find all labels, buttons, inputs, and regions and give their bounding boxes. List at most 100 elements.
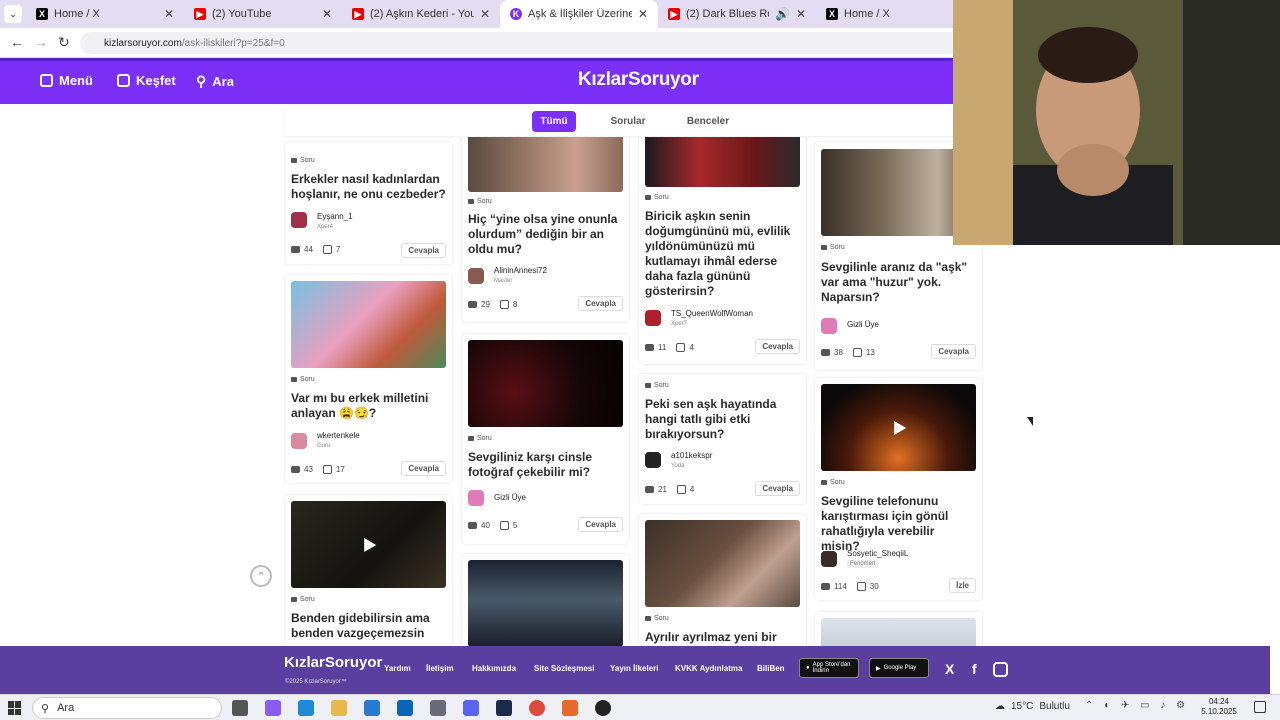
search-button[interactable]: ⚲ Ara xyxy=(196,73,234,90)
system-tray-icons[interactable]: ⌃ ◐ ✈ ▭ ♪ ⚙ xyxy=(1085,700,1189,711)
like-icon[interactable] xyxy=(676,343,686,352)
close-icon[interactable]: ✕ xyxy=(322,7,332,21)
question-video-thumbnail[interactable] xyxy=(821,384,976,471)
question-title[interactable]: Erkekler nasıl kadınlardan hoşlanır, ne … xyxy=(291,172,446,202)
like-icon[interactable] xyxy=(852,348,862,357)
discord-icon[interactable] xyxy=(463,700,479,716)
question-title[interactable]: Sevgilinle aranız da "aşk" var ama "huzu… xyxy=(821,260,976,305)
like-icon[interactable] xyxy=(322,465,332,474)
outlook-icon[interactable] xyxy=(397,700,413,716)
question-card[interactable]: Soru Benden gidebilirsin ama benden vazg… xyxy=(285,495,452,646)
task-view-icon[interactable] xyxy=(232,700,248,716)
avatar[interactable] xyxy=(821,551,837,567)
question-card[interactable] xyxy=(462,554,629,646)
instagram-icon[interactable] xyxy=(993,662,1008,677)
steam-icon[interactable] xyxy=(496,700,512,716)
scroll-to-top-button[interactable]: ⌃ xyxy=(250,565,272,587)
avatar[interactable] xyxy=(821,318,837,334)
footer-link-yayin-ilkeleri[interactable]: Yayın İlkeleri xyxy=(610,664,658,673)
close-icon[interactable]: ✕ xyxy=(480,7,490,21)
question-card[interactable]: Soru Sevgiliniz karşı cinsle fotoğraf çe… xyxy=(462,334,629,544)
tab-x-home[interactable]: X Home / X ✕ xyxy=(26,0,184,28)
avatar[interactable] xyxy=(468,268,484,284)
back-arrow-icon[interactable]: ← xyxy=(10,34,24,50)
close-icon[interactable]: ✕ xyxy=(164,7,174,21)
reload-icon[interactable]: ↻ xyxy=(58,34,70,51)
copilot-icon[interactable] xyxy=(265,700,281,716)
cevapla-button[interactable]: Cevapla xyxy=(401,243,446,258)
store-icon[interactable] xyxy=(364,700,380,716)
username[interactable]: Eyşann_1 xyxy=(317,212,353,221)
notification-icon[interactable] xyxy=(1254,701,1266,713)
google-play-badge[interactable]: ▶ Google Play xyxy=(869,658,929,678)
question-video-thumbnail[interactable] xyxy=(291,501,446,588)
cevapla-button[interactable]: Cevapla xyxy=(931,344,976,359)
tab-dark-blues[interactable]: ▶ (2) Dark Blues Rock for Men 🔊 ✕ xyxy=(658,0,816,28)
chrome-icon[interactable] xyxy=(529,700,545,716)
app-store-badge[interactable]: ● App Store'dan İndirin xyxy=(799,658,859,678)
question-thumbnail[interactable] xyxy=(468,137,623,192)
avatar[interactable] xyxy=(291,212,307,228)
footer-link-iletisim[interactable]: İletişim xyxy=(426,664,454,673)
facebook-icon[interactable]: f xyxy=(972,661,977,677)
question-thumbnail[interactable] xyxy=(821,618,976,646)
tab-x-home-2[interactable]: X Home / X xyxy=(816,0,952,28)
username[interactable]: a101kekspr xyxy=(671,451,712,460)
username[interactable]: TS_QueenWolfWoman xyxy=(671,309,753,318)
footer-link-biliben[interactable]: BiliBen xyxy=(757,664,785,673)
question-title[interactable]: Var mı bu erkek milletini anlayan 😩😏? xyxy=(291,391,446,421)
question-title[interactable]: Biricik aşkın senin doğumgününü mü, evli… xyxy=(645,209,795,299)
username[interactable]: Sosyetic_SheqiiL xyxy=(847,549,908,558)
question-title[interactable]: Hiç “yine olsa yine onunla olurdum” dedi… xyxy=(468,212,623,257)
question-card[interactable]: Soru Erkekler nasıl kadınlardan hoşlanır… xyxy=(285,142,452,264)
tab-youtube[interactable]: ▶ (2) YouTube ✕ xyxy=(184,0,342,28)
menu-button[interactable]: Menü xyxy=(40,73,93,88)
taskbar-clock[interactable]: 04:24 5.10.2025 xyxy=(1199,697,1239,717)
question-card[interactable]: Soru Ayrılır ayrılmaz yeni bir xyxy=(639,514,806,646)
app-icon[interactable] xyxy=(430,700,446,716)
play-icon[interactable] xyxy=(363,537,376,552)
question-thumbnail[interactable] xyxy=(645,137,800,187)
forward-arrow-icon[interactable]: → xyxy=(34,34,48,50)
question-title[interactable]: Peki sen aşk hayatında hangi tatlı gibi … xyxy=(645,397,795,442)
question-title[interactable]: Sevgiline telefonunu karıştırması için g… xyxy=(821,494,976,554)
username[interactable]: Gizli Üye xyxy=(494,493,526,502)
url-input[interactable]: kizlarsoruyor.com/ask-iliskileri?p=25&f=… xyxy=(80,32,980,54)
tab-search-menu-button[interactable]: ⌄ xyxy=(4,5,22,23)
like-icon[interactable] xyxy=(499,300,509,309)
username[interactable]: Gizli Üye xyxy=(847,320,879,329)
cevapla-button[interactable]: Cevapla xyxy=(578,296,623,311)
close-icon[interactable]: ✕ xyxy=(638,7,648,21)
username[interactable]: wkertenkele xyxy=(317,431,360,440)
question-thumbnail[interactable] xyxy=(645,520,800,607)
site-logo[interactable]: KızlarSoruyor xyxy=(578,69,699,91)
question-card[interactable] xyxy=(815,612,982,646)
avatar[interactable] xyxy=(645,452,661,468)
taskbar-search-input[interactable]: ⚲ Ara xyxy=(32,697,222,719)
close-icon[interactable]: ✕ xyxy=(796,7,806,21)
speaker-icon[interactable]: 🔊 xyxy=(775,7,790,21)
edge-icon[interactable] xyxy=(298,700,314,716)
footer-link-hakkimizda[interactable]: Hakkımızda xyxy=(472,664,516,673)
question-title[interactable]: Ayrılır ayrılmaz yeni bir xyxy=(645,630,800,645)
x-social-icon[interactable]: X xyxy=(945,661,954,677)
tab-benceler[interactable]: Benceler xyxy=(680,111,736,132)
app-icon[interactable] xyxy=(562,700,578,716)
question-thumbnail[interactable] xyxy=(468,340,623,427)
windows-start-icon[interactable] xyxy=(8,701,22,715)
footer-logo[interactable]: KızlarSoruyor xyxy=(284,654,382,671)
like-icon[interactable] xyxy=(856,582,866,591)
like-icon[interactable] xyxy=(322,245,332,254)
avatar[interactable] xyxy=(468,490,484,506)
weather-widget[interactable]: ☁ 15°C Bulutlu xyxy=(995,701,1070,712)
cevapla-button[interactable]: Cevapla xyxy=(755,339,800,354)
username[interactable]: AlininAnnesi72 xyxy=(494,266,547,275)
cevapla-button[interactable]: Cevapla xyxy=(401,461,446,476)
question-card[interactable]: Soru Peki sen aşk hayatında hangi tatlı … xyxy=(639,374,806,504)
like-icon[interactable] xyxy=(499,521,509,530)
cevapla-button[interactable]: Cevapla xyxy=(755,481,800,496)
question-card[interactable]: Soru Biricik aşkın senin doğumgününü mü,… xyxy=(639,137,806,364)
tab-tumu[interactable]: Tümü xyxy=(532,111,576,132)
footer-link-kvkk[interactable]: KVKK Aydınlatma xyxy=(675,664,742,673)
question-title[interactable]: Sevgiliniz karşı cinsle fotoğraf çekebil… xyxy=(468,450,623,480)
